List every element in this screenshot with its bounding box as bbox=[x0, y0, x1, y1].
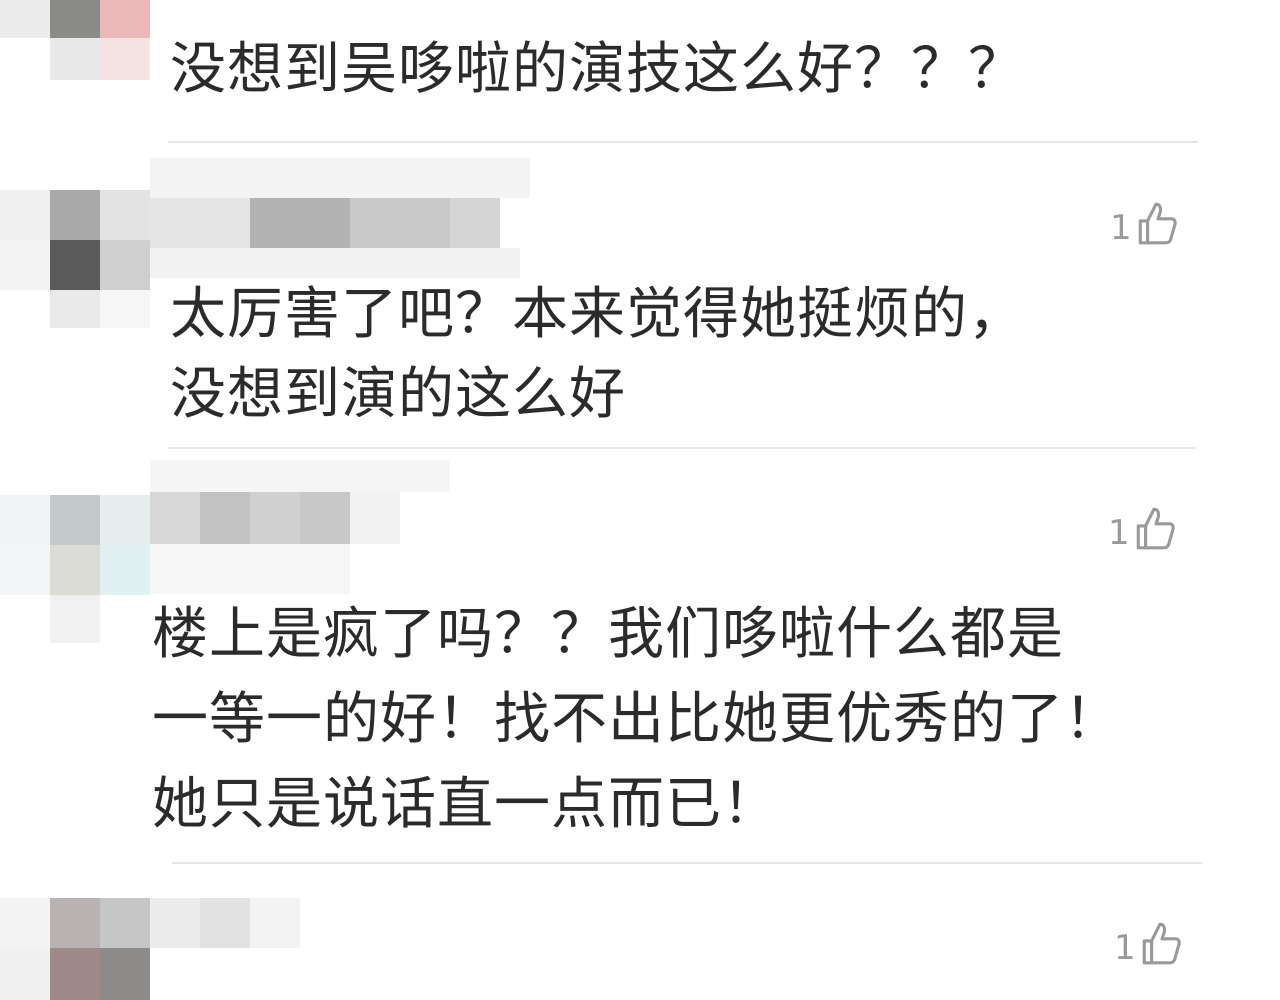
thumbs-up-icon bbox=[1134, 505, 1176, 560]
username[interactable] bbox=[150, 880, 310, 950]
divider bbox=[172, 862, 1202, 864]
thumbs-up-icon bbox=[1136, 200, 1178, 255]
comment-item: 1 太厉害了吧？本来觉得她挺烦的， 没想到演的这么好 bbox=[0, 150, 1280, 455]
divider bbox=[168, 141, 1198, 143]
avatar[interactable] bbox=[0, 495, 150, 645]
like-button[interactable]: 1 bbox=[1114, 920, 1182, 975]
avatar[interactable] bbox=[0, 898, 150, 1000]
divider bbox=[168, 447, 1196, 449]
comment-item: 1 bbox=[0, 880, 1280, 1000]
like-count: 1 bbox=[1114, 927, 1136, 968]
like-count: 1 bbox=[1108, 512, 1130, 553]
username[interactable] bbox=[150, 460, 450, 595]
comment-text-line: 楼上是疯了吗？？我们哆啦什么都是 bbox=[152, 602, 1064, 667]
comment-text-line: 没想到演的这么好 bbox=[170, 362, 626, 427]
like-count: 1 bbox=[1110, 207, 1132, 248]
comment-text-line: 她只是说话直一点而已！ bbox=[152, 772, 779, 837]
username[interactable] bbox=[150, 158, 530, 278]
comment-item: 1 楼上是疯了吗？？我们哆啦什么都是 一等一的好！找不出比她更优秀的了！ 她只是… bbox=[0, 460, 1280, 870]
comment-item: 没想到吴哆啦的演技这么好？？？ bbox=[0, 0, 1280, 145]
comment-text-line: 太厉害了吧？本来觉得她挺烦的， bbox=[170, 282, 1025, 347]
like-button[interactable]: 1 bbox=[1110, 200, 1178, 255]
avatar[interactable] bbox=[0, 0, 160, 80]
comment-text: 没想到吴哆啦的演技这么好？？？ bbox=[170, 37, 1025, 102]
comment-text-line: 一等一的好！找不出比她更优秀的了！ bbox=[152, 687, 1121, 752]
avatar[interactable] bbox=[0, 190, 150, 330]
thumbs-up-icon bbox=[1140, 920, 1182, 975]
like-button[interactable]: 1 bbox=[1108, 505, 1176, 560]
